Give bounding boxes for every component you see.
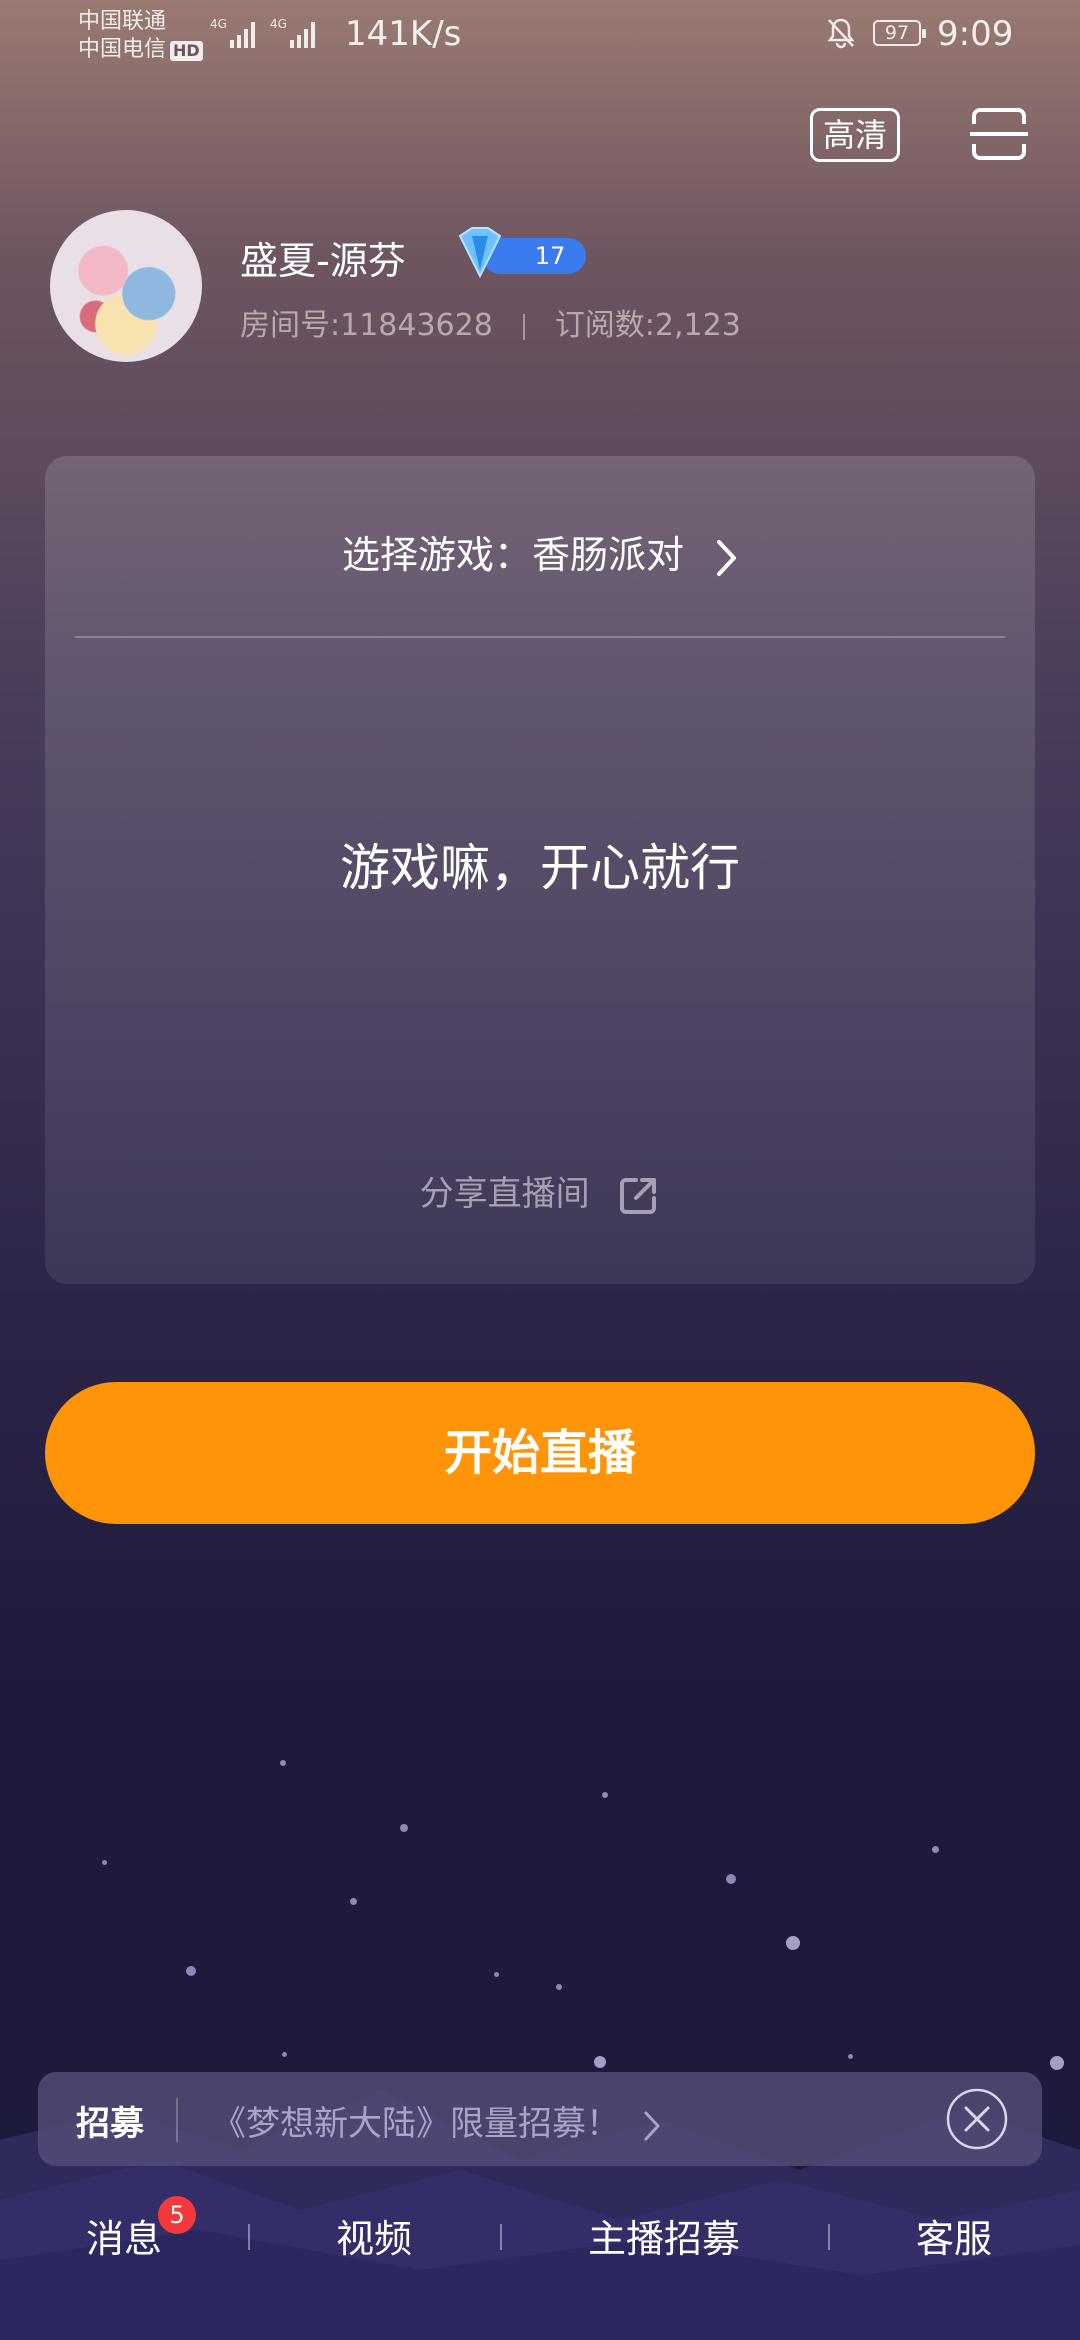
divider <box>522 313 525 340</box>
battery-icon: 97 <box>873 20 926 46</box>
card-divider <box>75 636 1005 638</box>
carrier-2: 中国电信 <box>78 37 167 62</box>
recruit-text: 《梦想新大陆》限量招募！ <box>212 2104 620 2144</box>
recruit-label: 招募 <box>76 2104 144 2144</box>
select-game-label: 选择游戏：香肠派对 <box>341 533 684 577</box>
recruit-link[interactable]: 《梦想新大陆》限量招募！ <box>212 2096 661 2145</box>
nav-label: 客服 <box>916 2217 993 2261</box>
nav-messages[interactable]: 消息 <box>86 2208 162 2263</box>
recruit-banner[interactable]: 招募 《梦想新大陆》限量招募！ <box>38 2072 1042 2166</box>
start-live-button[interactable]: 开始直播 <box>45 1382 1035 1524</box>
carrier-info: 中国联通 中国电信 HD <box>78 8 203 64</box>
hd-call-icon: HD <box>170 41 203 61</box>
signal-icon: 4G 4G <box>210 17 315 48</box>
scan-menu-icon[interactable] <box>970 106 1028 162</box>
level-number: 17 <box>535 242 566 270</box>
divider <box>248 2224 250 2250</box>
net-type-2: 4G <box>270 17 287 31</box>
divider <box>828 2224 830 2250</box>
divider <box>176 2098 178 2142</box>
carrier-1: 中国联通 <box>78 9 167 34</box>
nav-label: 主播招募 <box>588 2217 741 2261</box>
level-badge: 17 <box>458 227 586 279</box>
network-speed: 141K/s <box>345 14 462 54</box>
share-room-button[interactable]: 分享直播间 <box>45 1166 1035 1218</box>
nav-support[interactable]: 客服 <box>916 2208 992 2263</box>
live-title[interactable]: 游戏嘛，开心就行 <box>45 828 1035 900</box>
share-icon <box>620 1177 657 1214</box>
room-number: 房间号:11843628 <box>240 308 493 343</box>
bell-muted-icon <box>827 18 855 49</box>
subscriber-count: 订阅数:2,123 <box>554 308 741 343</box>
bottom-nav: 消息 5 视频 主播招募 客服 <box>0 2196 1080 2308</box>
share-label: 分享直播间 <box>419 1174 590 1214</box>
chevron-right-icon <box>717 539 737 576</box>
select-game-row[interactable]: 选择游戏：香肠派对 <box>45 524 1035 579</box>
message-count-badge: 5 <box>158 2196 196 2234</box>
nav-label: 消息 <box>86 2217 163 2261</box>
chevron-right-icon <box>644 2111 660 2140</box>
close-icon[interactable] <box>946 2088 1008 2150</box>
nav-videos[interactable]: 视频 <box>336 2208 412 2263</box>
clock: 9:09 <box>937 14 1014 54</box>
avatar[interactable] <box>50 210 202 362</box>
streamer-name: 盛夏-源芬 <box>240 239 406 283</box>
room-info: 房间号:11843628 订阅数:2,123 <box>240 300 741 344</box>
divider <box>500 2224 502 2250</box>
nav-label: 视频 <box>336 2217 413 2261</box>
quality-button[interactable]: 高清 <box>810 108 900 162</box>
net-type-1: 4G <box>210 17 227 31</box>
live-setup-card: 选择游戏：香肠派对 游戏嘛，开心就行 分享直播间 <box>45 456 1035 1284</box>
status-bar: 中国联通 中国电信 HD 4G 4G 141K/s 97 9:09 <box>0 0 1080 76</box>
nav-streamer-recruit[interactable]: 主播招募 <box>588 2208 740 2263</box>
